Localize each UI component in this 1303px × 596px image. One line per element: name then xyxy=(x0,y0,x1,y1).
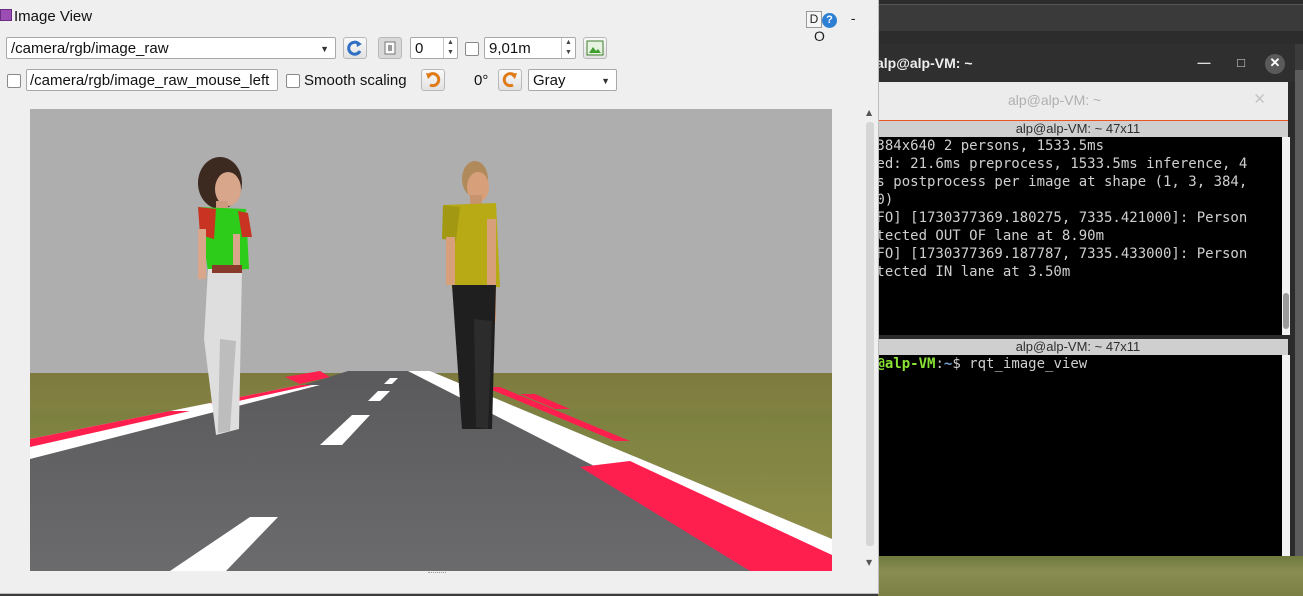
pane1-scrollbar[interactable] xyxy=(1282,137,1290,335)
rotate-left-icon xyxy=(426,72,441,88)
color-mode-select[interactable]: Gray ▼ xyxy=(528,69,617,91)
save-image-button[interactable] xyxy=(583,37,607,59)
image-scroll-thumb[interactable] xyxy=(866,122,874,546)
terminal-tab-title: alp@alp-VM: ~ xyxy=(1008,92,1102,108)
zoom-1-button[interactable] xyxy=(378,37,402,59)
frame-spinbox[interactable]: 0 ▲ ▼ xyxy=(410,37,458,59)
close-icon[interactable]: ✕ xyxy=(1265,54,1285,74)
terminal-output-line: NFO] [1730377369.187787, 7335.433000]: P… xyxy=(868,246,1248,262)
frame-spinbox-value: 0 xyxy=(415,40,424,57)
maximize-icon[interactable]: □ xyxy=(1232,54,1250,72)
range-checkbox[interactable] xyxy=(465,42,479,56)
refresh-icon xyxy=(347,40,362,56)
topic-select[interactable]: /camera/rgb/image_raw ▼ xyxy=(6,37,336,59)
chevron-down-icon: ▼ xyxy=(320,44,329,54)
terminal-titlebar[interactable]: alp@alp-VM: ~ — □ ✕ xyxy=(868,44,1295,82)
background-window-bar xyxy=(878,4,1303,31)
terminal-pane-prompt[interactable]: p@alp-VM:~$ rqt_image_view xyxy=(868,355,1282,556)
image-scrollbar[interactable]: ▲ ▼ xyxy=(864,108,876,570)
terminal-output-line: etected IN lane at 3.50m xyxy=(868,264,1071,280)
tab-close-icon[interactable]: ✕ xyxy=(1253,90,1266,108)
close-button[interactable]: O xyxy=(814,28,825,44)
terminal-tab[interactable]: alp@alp-VM: ~ ✕ xyxy=(868,82,1288,122)
color-mode-value: Gray xyxy=(533,72,566,89)
window-controls: D? - O xyxy=(806,10,878,44)
minimize-button[interactable]: - xyxy=(851,10,856,26)
resize-grip[interactable] xyxy=(428,572,446,577)
terminal-window-title: alp@alp-VM: ~ xyxy=(876,55,973,71)
camera-image[interactable] xyxy=(30,109,832,571)
save-image-icon xyxy=(586,40,604,56)
desktop-top-area xyxy=(878,0,1303,44)
spin-arrows-icon[interactable]: ▲ ▼ xyxy=(561,38,575,58)
max-range-spinbox[interactable]: 9,01m ▲ ▼ xyxy=(484,37,576,59)
rotate-left-button[interactable] xyxy=(421,69,445,91)
image-view-window[interactable]: Image View D? - O /camera/rgb/image_raw … xyxy=(0,0,879,594)
app-icon xyxy=(0,9,12,21)
prompt-separator: : xyxy=(935,356,944,372)
desktop-wallpaper-strip xyxy=(878,556,1303,596)
topic-select-value: /camera/rgb/image_raw xyxy=(11,40,169,57)
scroll-up-icon[interactable]: ▲ xyxy=(866,108,872,117)
pane2-header: alp@alp-VM: ~ 47x11 xyxy=(868,339,1288,355)
mouse-publish-checkbox[interactable] xyxy=(7,74,21,88)
smooth-scaling-checkbox[interactable] xyxy=(286,74,300,88)
rotate-right-icon xyxy=(502,72,517,88)
pane1-header: alp@alp-VM: ~ 47x11 xyxy=(868,121,1288,137)
spin-arrows-icon[interactable]: ▲ ▼ xyxy=(443,38,457,58)
rotation-label: 0° xyxy=(474,72,489,89)
pane2-scrollbar[interactable] xyxy=(1282,355,1290,556)
desktop-right-edge xyxy=(1295,70,1303,560)
prompt-line: p@alp-VM:~$ rqt_image_view xyxy=(868,355,1282,373)
terminal-output-line: ms postprocess per image at shape (1, 3,… xyxy=(868,174,1248,190)
smooth-scaling-label: Smooth scaling xyxy=(304,72,407,89)
window-title: Image View xyxy=(0,8,92,25)
camera-scene xyxy=(30,109,832,571)
terminal-window[interactable]: alp@alp-VM: ~ — □ ✕ alp@alp-VM: ~ ✕ alp@… xyxy=(868,44,1295,556)
scroll-down-icon[interactable]: ▼ xyxy=(866,558,872,567)
dock-button[interactable]: D xyxy=(806,11,822,28)
minimize-icon[interactable]: — xyxy=(1195,54,1213,72)
terminal-output-line: 40) xyxy=(868,192,894,208)
mouse-topic-value: /camera/rgb/image_raw_mouse_left xyxy=(30,72,270,89)
terminal-output-line: NFO] [1730377369.180275, 7335.421000]: P… xyxy=(868,210,1248,226)
terminal-pane-output[interactable]: 384x640 2 persons, 1533.5ms eed: 21.6ms p… xyxy=(868,137,1282,335)
zoom-fit-icon xyxy=(384,41,396,55)
terminal-output-line: etected OUT OF lane at 8.90m xyxy=(868,228,1105,244)
max-range-value: 9,01m xyxy=(489,40,531,57)
mouse-topic-input[interactable]: /camera/rgb/image_raw_mouse_left xyxy=(26,69,278,91)
refresh-button[interactable] xyxy=(343,37,367,59)
sky xyxy=(30,109,832,374)
terminal-output-line: eed: 21.6ms preprocess, 1533.5ms inferen… xyxy=(868,156,1248,172)
pane1-scroll-thumb[interactable] xyxy=(1283,293,1289,329)
prompt-command: $ rqt_image_view xyxy=(952,356,1088,372)
help-icon[interactable]: ? xyxy=(822,13,837,28)
chevron-down-icon: ▼ xyxy=(601,76,610,86)
rotate-right-button[interactable] xyxy=(498,69,522,91)
terminal-output-line: 384x640 2 persons, 1533.5ms xyxy=(868,138,1105,154)
window-title-text: Image View xyxy=(14,8,93,25)
